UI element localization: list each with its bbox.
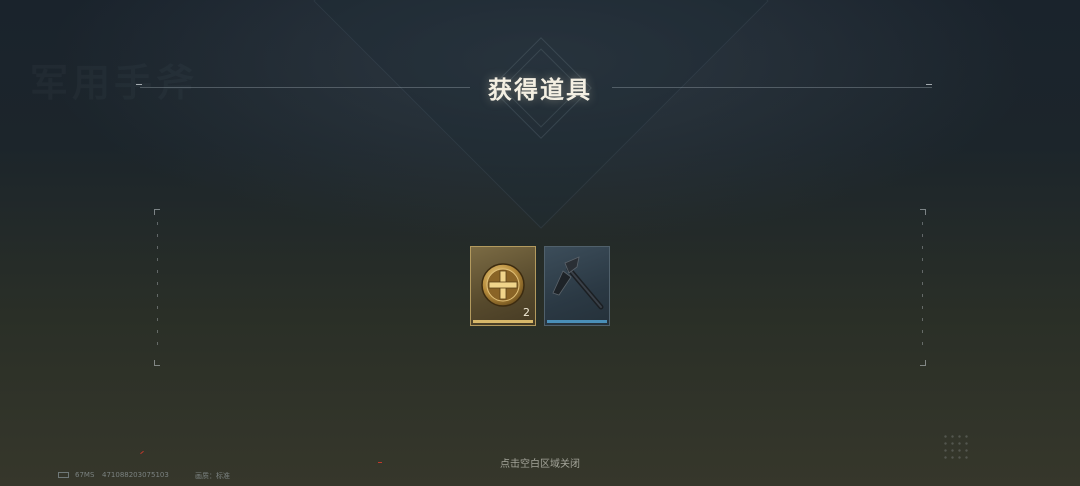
reward-item-axe[interactable] [544, 246, 610, 326]
reward-item-medal[interactable]: 2 [470, 246, 536, 326]
graphics-quality: 画质：标准 [195, 472, 230, 480]
frame-corner-tr [920, 209, 926, 215]
background-ghost-title: 军用手斧 [30, 61, 199, 105]
frame-corner-br [920, 360, 926, 366]
rarity-bar-blue [547, 320, 607, 323]
header-line-right [612, 87, 932, 88]
frame-dash-left [157, 222, 158, 354]
decorative-dot-grid [942, 433, 970, 463]
item-quantity: 2 [523, 306, 530, 319]
decorative-spark [140, 450, 144, 455]
frame-corner-bl [154, 360, 160, 366]
dialog-title: 获得道具 [488, 76, 592, 104]
header-tick-right [926, 84, 932, 85]
close-hint[interactable]: 点击空白区域关闭 [440, 455, 640, 470]
header-line-left [140, 87, 470, 88]
user-id: 471088203075103 [102, 471, 169, 479]
decorative-spark [378, 462, 382, 463]
tactical-axe-icon [552, 256, 604, 310]
ping-readout: 67MS [75, 471, 95, 479]
header-tick-left [136, 84, 142, 85]
frame-corner-tl [154, 209, 160, 215]
network-icon [58, 472, 69, 478]
frame-dash-right [922, 222, 923, 354]
rarity-bar-gold [473, 320, 533, 323]
